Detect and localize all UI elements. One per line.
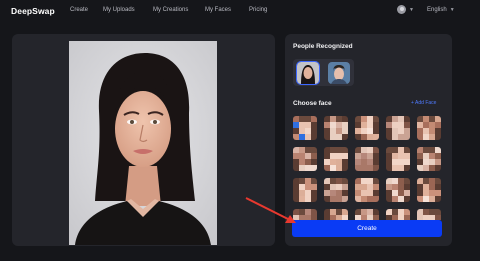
face-option[interactable] bbox=[324, 209, 348, 220]
annotation-arrow-icon bbox=[245, 197, 296, 223]
user-menu[interactable]: ▼ bbox=[397, 5, 414, 14]
preview-panel bbox=[12, 34, 275, 246]
add-face-link[interactable]: + Add Face bbox=[411, 100, 436, 106]
uploaded-photo[interactable] bbox=[69, 41, 217, 245]
face-option[interactable] bbox=[324, 116, 348, 140]
face-option[interactable] bbox=[293, 116, 317, 140]
face-option[interactable] bbox=[355, 147, 379, 171]
create-button[interactable]: Create bbox=[292, 220, 442, 237]
face-option[interactable] bbox=[355, 209, 379, 220]
top-navigation-bar: DeepSwap Create My Uploads My Creations … bbox=[0, 0, 480, 22]
nav-create[interactable]: Create bbox=[70, 7, 88, 13]
face-grid bbox=[293, 116, 443, 220]
face-option[interactable] bbox=[417, 147, 441, 171]
recognized-face-thumbnail[interactable] bbox=[296, 60, 321, 85]
chevron-down-icon: ▼ bbox=[409, 6, 414, 13]
face-option[interactable] bbox=[386, 147, 410, 171]
people-recognized-title: People Recognized bbox=[293, 43, 353, 50]
recognized-faces bbox=[293, 59, 354, 86]
nav-my-uploads[interactable]: My Uploads bbox=[103, 7, 135, 13]
nav-my-faces[interactable]: My Faces bbox=[205, 7, 231, 13]
face-option[interactable] bbox=[386, 116, 410, 140]
face-option[interactable] bbox=[355, 178, 379, 202]
face-option[interactable] bbox=[417, 209, 441, 220]
avatar[interactable] bbox=[397, 5, 406, 14]
face-option[interactable] bbox=[355, 116, 379, 140]
choose-face-title: Choose face bbox=[293, 100, 332, 107]
nav-my-creations[interactable]: My Creations bbox=[153, 7, 188, 13]
app-logo[interactable]: DeepSwap bbox=[11, 6, 55, 16]
portrait-image bbox=[69, 41, 217, 245]
face-option[interactable] bbox=[324, 178, 348, 202]
face-swap-panel: People Recognized Choose face + Add Face… bbox=[285, 34, 452, 246]
chevron-down-icon: ▼ bbox=[449, 7, 455, 13]
face-option[interactable] bbox=[417, 178, 441, 202]
face-option[interactable] bbox=[386, 178, 410, 202]
face-option[interactable] bbox=[417, 116, 441, 140]
nav-pricing[interactable]: Pricing bbox=[249, 7, 267, 13]
language-label: English bbox=[427, 7, 447, 13]
language-selector[interactable]: English ▼ bbox=[427, 7, 455, 13]
selected-swap-face-thumbnail[interactable] bbox=[327, 61, 350, 84]
face-option[interactable] bbox=[386, 209, 410, 220]
face-option[interactable] bbox=[293, 147, 317, 171]
face-option[interactable] bbox=[324, 147, 348, 171]
